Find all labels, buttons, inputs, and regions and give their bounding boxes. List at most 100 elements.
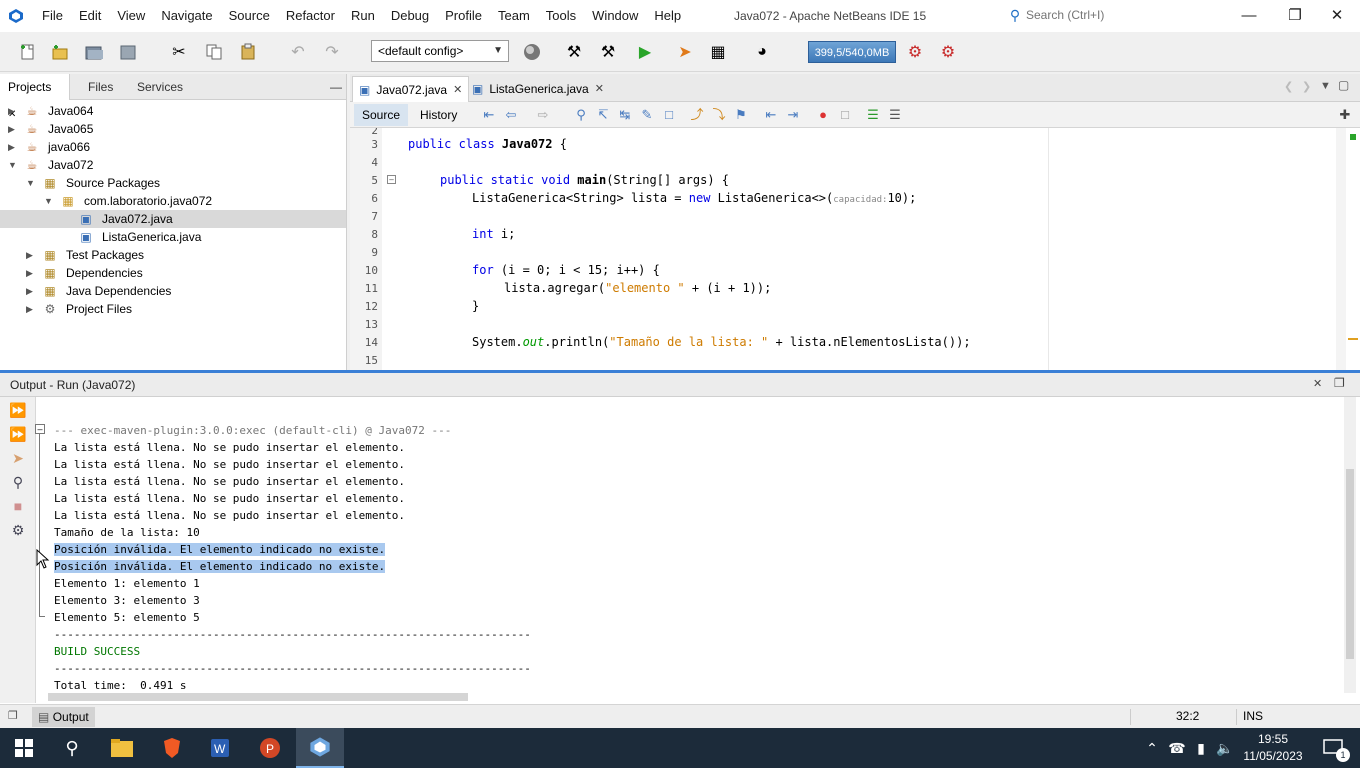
tab-source[interactable]: Source [354,104,409,126]
menu-tools[interactable]: Tools [538,0,584,32]
search-box[interactable]: ⚲ [1004,4,1226,26]
menu-refactor[interactable]: Refactor [278,0,343,32]
chevron-down-icon[interactable]: ▼ [1320,80,1331,92]
output-minimized-tab[interactable]: ▤ Output [32,707,95,727]
comment-icon[interactable]: ☰ [864,106,882,124]
last-edit-icon[interactable]: ⇤ [480,106,498,124]
scroll-tabs-right-icon[interactable]: ❯ [1302,80,1311,93]
gc-icon[interactable]: ⚙ [903,40,927,64]
menu-team[interactable]: Team [490,0,538,32]
menu-window[interactable]: Window [584,0,646,32]
tree-item-source-packages[interactable]: ▼ ▦ Source Packages [0,174,346,192]
close-icon[interactable]: ✕ [1313,377,1322,390]
chevron-right-icon[interactable]: ▶ [26,246,33,264]
chevron-right-icon[interactable]: ▶ [8,102,15,120]
maximize-icon[interactable]: ❐ [1334,376,1345,390]
tab-services[interactable]: Services [129,74,191,100]
chevron-down-icon[interactable]: ▼ [8,156,17,174]
memory-indicator[interactable]: 399,5/540,0MB [808,41,896,63]
chevron-right-icon[interactable]: ▶ [26,282,33,300]
show-hidden-icons[interactable]: ⌃ [1140,728,1164,768]
tree-item-project-files[interactable]: ▶ ⚙ Project Files [0,300,346,318]
chevron-right-icon[interactable]: ▶ [8,138,15,156]
close-icon[interactable]: ✕ [453,77,462,103]
battery-icon[interactable]: ▮ [1190,728,1212,768]
brave-browser-icon[interactable] [148,728,196,768]
find-next-icon[interactable]: ↹ [616,106,634,124]
clock[interactable]: 19:55 11/05/2023 [1238,731,1308,765]
previous-bookmark-icon[interactable]: ⤴ [688,106,706,124]
paste-icon[interactable] [236,40,260,64]
find-icon[interactable]: ⚲ [9,473,27,491]
debug-icon[interactable]: ➤ [673,40,697,64]
volume-icon[interactable]: 🔈 [1214,728,1236,768]
rerun-icon[interactable]: ⏩ [9,401,27,419]
close-icon[interactable]: ✕ [595,76,604,102]
stop-icon[interactable]: ➤ [9,449,27,467]
tree-item-dependencies[interactable]: ▶ ▦ Dependencies [0,264,346,282]
build-icon[interactable]: ⚒ [562,40,586,64]
tree-item-java064[interactable]: ▶ ☕ Java064 [0,102,346,120]
pause-io-icon[interactable]: ⚙ [936,40,960,64]
tree-item-java065[interactable]: ▶ ☕ Java065 [0,120,346,138]
profile-icon[interactable]: ▦ [706,40,730,64]
netbeans-taskbar-icon[interactable] [296,728,344,768]
new-file-icon[interactable] [16,40,40,64]
copy-icon[interactable] [202,40,226,64]
chevron-right-icon[interactable]: ▶ [26,300,33,318]
scrollbar-thumb[interactable] [1346,469,1354,659]
shift-right-icon[interactable]: ⇥ [784,106,802,124]
settings-icon[interactable]: ⚙ [9,521,27,539]
output-horizontal-scrollbar[interactable] [48,693,468,701]
scroll-tabs-left-icon[interactable]: ❮ [1284,80,1293,93]
tab-projects[interactable]: Projects ✕ [0,74,70,120]
fold-toggle[interactable]: – [387,175,396,184]
uncomment-icon[interactable]: ☰ [886,106,904,124]
menu-run[interactable]: Run [343,0,383,32]
chevron-right-icon[interactable]: ▶ [8,120,15,138]
new-project-icon[interactable] [48,40,72,64]
shift-left-icon[interactable]: ⇤ [762,106,780,124]
menu-view[interactable]: View [109,0,153,32]
toggle-bookmark-icon[interactable]: ⚑ [732,106,750,124]
minimize-panel-icon[interactable]: — [322,74,350,100]
tree-item-java066[interactable]: ▶ ☕ java066 [0,138,346,156]
toggle-highlight-icon[interactable]: ✎ [638,106,656,124]
restore-button[interactable]: ❐ [1272,0,1318,32]
notifications-icon[interactable]: 1 [1310,728,1358,768]
forward-icon[interactable]: ⇨ [534,106,552,124]
menu-source[interactable]: Source [221,0,278,32]
powerpoint-icon[interactable]: P [246,728,294,768]
chevron-down-icon[interactable]: ▼ [26,174,35,192]
close-project-icon[interactable] [116,40,140,64]
split-editor-icon[interactable]: ✚ [1336,106,1354,124]
maximize-icon[interactable]: ▢ [1338,78,1349,92]
tree-item-java072-java[interactable]: ▣ Java072.java [0,210,346,228]
menu-debug[interactable]: Debug [383,0,437,32]
tree-item-java072[interactable]: ▼ ☕ Java072 [0,156,346,174]
run-icon[interactable]: ▶ [633,40,657,64]
chevron-right-icon[interactable]: ▶ [26,264,33,282]
output-vertical-scrollbar[interactable] [1344,397,1356,693]
browser-icon[interactable] [520,40,544,64]
menu-help[interactable]: Help [646,0,689,32]
tree-item-java-dependencies[interactable]: ▶ ▦ Java Dependencies [0,282,346,300]
menu-file[interactable]: File [34,0,71,32]
tab-files[interactable]: Files [80,74,121,100]
undo-icon[interactable]: ↶ [286,40,310,64]
code-area[interactable]: 2 3 4 5 6 7 8 9 10 11 12 13 14 15 – publ… [350,128,1360,370]
tree-item-test-packages[interactable]: ▶ ▦ Test Packages [0,246,346,264]
back-icon[interactable]: ⇦ [502,106,520,124]
menu-edit[interactable]: Edit [71,0,109,32]
start-button[interactable] [0,728,48,768]
redo-icon[interactable]: ↷ [320,40,344,64]
word-icon[interactable]: W [196,728,244,768]
open-project-icon[interactable] [82,40,106,64]
tree-item-listagenerica-java[interactable]: ▣ ListaGenerica.java [0,228,346,246]
clean-build-icon[interactable]: ⚒ [596,40,620,64]
cut-icon[interactable]: ✂ [167,40,191,64]
editor-vertical-scrollbar[interactable] [1336,128,1346,370]
menu-profile[interactable]: Profile [437,0,490,32]
stop-macro-icon[interactable]: □ [836,106,854,124]
stop-build-icon[interactable]: ■ [9,497,27,515]
